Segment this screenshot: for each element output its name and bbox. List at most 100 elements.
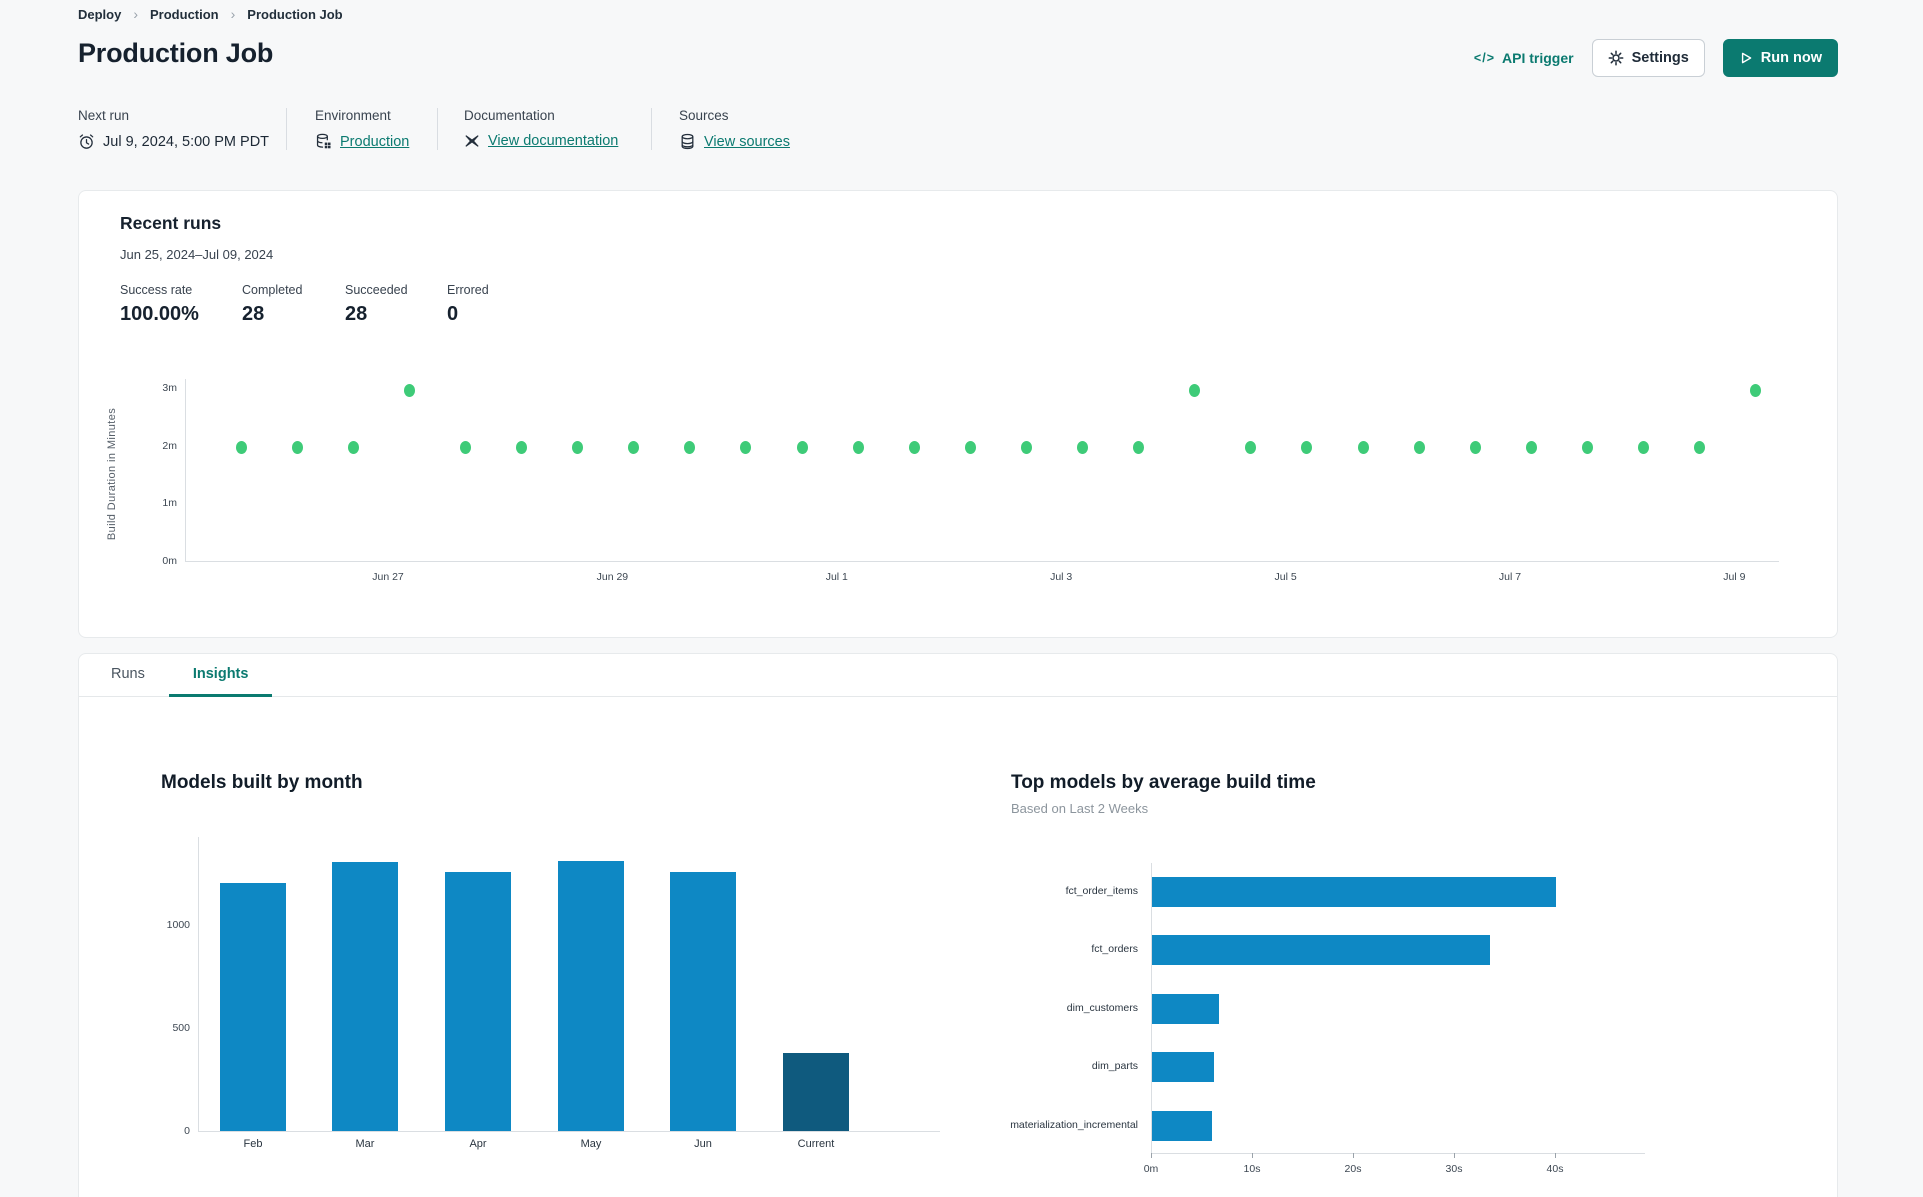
stat-value: 0 xyxy=(447,303,459,325)
insights-card: Runs Insights Models built by month 0 500… xyxy=(78,653,1838,1197)
tab-insights[interactable]: Insights xyxy=(168,654,273,697)
sources-label: Sources xyxy=(679,108,729,123)
y-tick-label: 1000 xyxy=(166,919,190,931)
x-tick-label: Jul 3 xyxy=(1050,571,1073,583)
database-stack-icon xyxy=(679,133,696,150)
run-duration-point xyxy=(1133,440,1145,454)
settings-label: Settings xyxy=(1631,50,1689,66)
tab-bar: Runs Insights xyxy=(79,654,1837,697)
x-category-label: Current xyxy=(797,1138,835,1150)
x-category-label: Jun xyxy=(694,1138,712,1150)
model-label: dim_customers xyxy=(1066,1001,1138,1014)
stat-success-rate: Success rate 100.00% xyxy=(120,283,242,326)
next-run-group: Next run Jul 9, 2024, 5:00 PM PDT xyxy=(78,108,286,150)
model-bar-fct_orders xyxy=(1152,935,1491,965)
next-run-label: Next run xyxy=(78,108,130,123)
run-duration-point xyxy=(1077,440,1088,454)
run-duration-point xyxy=(740,440,752,454)
run-duration-point xyxy=(1189,383,1201,397)
view-documentation-link[interactable]: View documentation xyxy=(488,133,618,149)
y-tick-label: 0m xyxy=(162,555,177,567)
run-now-label: Run now xyxy=(1760,50,1822,66)
play-icon xyxy=(1739,51,1753,65)
sources-group: Sources View sources xyxy=(652,108,790,150)
stat-label: Errored xyxy=(447,283,489,297)
y-tick-label: 3m xyxy=(162,382,177,395)
x-tick-mark xyxy=(1555,1153,1556,1158)
view-sources-link[interactable]: View sources xyxy=(704,134,790,150)
run-duration-point xyxy=(1525,440,1537,454)
stat-value: 100.00% xyxy=(120,303,199,325)
run-duration-point xyxy=(1469,440,1481,454)
run-duration-point xyxy=(1413,440,1425,454)
model-bar-dim_parts xyxy=(1152,1052,1214,1082)
x-tick-label: Jul 5 xyxy=(1274,571,1297,583)
dbt-logo-icon xyxy=(464,133,480,149)
month-bar-jun xyxy=(670,872,736,1131)
x-tick-label: 40s xyxy=(1546,1163,1564,1175)
page-title: Production Job xyxy=(78,38,274,68)
x-tick-label: Jul 7 xyxy=(1498,571,1522,583)
model-label: fct_orders xyxy=(1091,943,1138,955)
month-bar-mar xyxy=(332,862,398,1131)
model-bar-dim_customers xyxy=(1152,993,1219,1024)
x-tick-label: 20s xyxy=(1344,1163,1362,1175)
api-trigger-label: API trigger xyxy=(1502,50,1574,66)
breadcrumb-deploy[interactable]: Deploy xyxy=(78,7,121,22)
x-tick-label: Jul 9 xyxy=(1723,571,1746,583)
stat-label: Completed xyxy=(242,283,303,297)
run-duration-point xyxy=(572,440,584,454)
x-category-label: Apr xyxy=(469,1138,487,1150)
month-bar-apr xyxy=(445,872,511,1131)
environment-link[interactable]: Production xyxy=(340,134,409,150)
x-category-label: Mar xyxy=(355,1138,375,1150)
y-tick-label: 2m xyxy=(162,439,177,452)
documentation-label: Documentation xyxy=(464,108,555,123)
y-tick-label: 500 xyxy=(172,1022,190,1034)
job-meta-row: Next run Jul 9, 2024, 5:00 PM PDT Enviro… xyxy=(78,108,790,150)
x-tick-mark xyxy=(1454,1153,1455,1158)
run-duration-point xyxy=(516,440,527,454)
insights-panel: Models built by month 0 500 1000 Feb Mar Apr M… xyxy=(79,697,1837,1197)
chevron-right-icon: › xyxy=(133,6,139,22)
y-axis-line xyxy=(198,837,199,1131)
run-now-button[interactable]: Run now xyxy=(1722,39,1838,77)
recent-runs-stats: Success rate 100.00% Completed 28 Succee… xyxy=(120,283,489,326)
gear-icon xyxy=(1608,50,1624,66)
run-duration-point xyxy=(1638,440,1649,454)
x-tick-mark xyxy=(1353,1153,1354,1158)
run-duration-point xyxy=(403,383,415,397)
run-duration-point xyxy=(1581,440,1593,454)
breadcrumb: Deploy › Production › Production Job xyxy=(78,6,343,22)
chevron-right-icon: › xyxy=(230,6,236,22)
run-duration-point xyxy=(1245,440,1257,454)
recent-runs-date-range: Jun 25, 2024–Jul 09, 2024 xyxy=(120,247,274,262)
api-trigger-link[interactable]: </> API trigger xyxy=(1474,50,1574,66)
documentation-group: Documentation View documentation xyxy=(438,108,651,150)
top-models-title: Top models by average build time xyxy=(1011,772,1316,793)
month-bar-may xyxy=(558,861,624,1131)
stat-value: 28 xyxy=(242,303,265,325)
models-by-month-title: Models built by month xyxy=(161,772,363,793)
model-label: dim_parts xyxy=(1091,1060,1138,1072)
breadcrumb-production[interactable]: Production xyxy=(150,7,219,22)
run-duration-point xyxy=(1694,440,1706,454)
run-duration-point xyxy=(459,440,471,454)
x-axis-line xyxy=(185,561,1779,562)
production-job-page: Deploy › Production › Production Job Pro… xyxy=(0,0,1923,1197)
tab-runs[interactable]: Runs xyxy=(87,654,169,697)
stat-completed: Completed 28 xyxy=(242,283,345,326)
environment-group: Environment Production xyxy=(287,108,437,150)
model-label: materialization_incremental xyxy=(1010,1118,1138,1131)
run-duration-point xyxy=(235,440,247,454)
run-duration-point xyxy=(908,440,920,454)
database-gear-icon xyxy=(315,133,332,150)
run-duration-point xyxy=(1750,383,1762,397)
run-duration-point xyxy=(684,440,696,454)
run-duration-point xyxy=(1357,440,1369,454)
run-duration-point xyxy=(347,440,359,454)
settings-button[interactable]: Settings xyxy=(1591,39,1705,77)
build-duration-scatter-chart: Build Duration in Minutes 0m 1m 2m 3m Jun 27… xyxy=(79,361,1839,596)
stat-errored: Errored 0 xyxy=(447,283,489,326)
x-tick-label: 0m xyxy=(1143,1163,1159,1175)
